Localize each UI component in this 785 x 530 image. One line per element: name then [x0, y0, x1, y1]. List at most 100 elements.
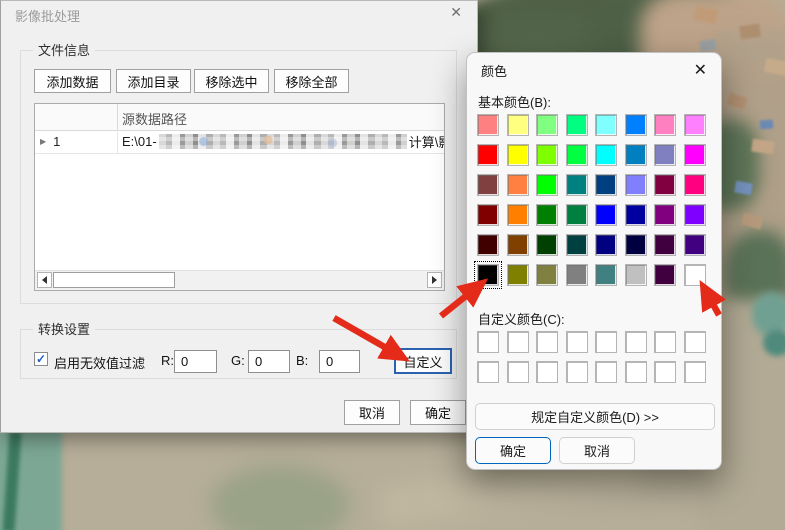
add-directory-button[interactable]: 添加目录 [116, 69, 191, 93]
custom-color-swatch[interactable] [477, 361, 499, 383]
scroll-right-icon [432, 276, 437, 284]
basic-color-swatch[interactable] [507, 234, 529, 256]
custom-color-button[interactable]: 自定义 [394, 348, 452, 374]
custom-color-swatch[interactable] [477, 331, 499, 353]
basic-color-swatch[interactable] [507, 264, 529, 286]
remove-all-button[interactable]: 移除全部 [274, 69, 349, 93]
scroll-right-button[interactable] [427, 272, 442, 288]
custom-color-swatch[interactable] [684, 331, 706, 353]
table-row[interactable]: ▶ 1 E:\01- 计算\影像数 [35, 130, 444, 154]
basic-color-swatch[interactable] [595, 234, 617, 256]
g-input[interactable]: 0 [248, 350, 290, 373]
basic-color-swatch[interactable] [477, 204, 499, 226]
convert-settings-group-label: 转换设置 [33, 322, 95, 337]
basic-color-swatch[interactable] [477, 234, 499, 256]
image-batch-dialog: 影像批处理 ✕ 文件信息 添加数据 添加目录 移除选中 移除全部 源数据路径 ▶… [0, 0, 478, 433]
custom-color-swatch[interactable] [595, 331, 617, 353]
basic-color-swatch[interactable] [684, 144, 706, 166]
basic-color-swatch[interactable] [536, 234, 558, 256]
source-data-table[interactable]: 源数据路径 ▶ 1 E:\01- 计算\影像数 [34, 103, 445, 291]
custom-color-swatch[interactable] [536, 361, 558, 383]
basic-color-swatch[interactable] [684, 264, 706, 286]
basic-color-swatch[interactable] [595, 114, 617, 136]
scroll-left-button[interactable] [37, 272, 52, 288]
add-data-button[interactable]: 添加数据 [34, 69, 111, 93]
custom-color-swatch[interactable] [625, 331, 647, 353]
basic-color-swatch[interactable] [507, 174, 529, 196]
color-cancel-button[interactable]: 取消 [559, 437, 635, 464]
custom-color-swatch[interactable] [654, 361, 676, 383]
custom-color-swatch[interactable] [507, 361, 529, 383]
horizontal-scrollbar[interactable] [35, 270, 444, 290]
scrollbar-thumb[interactable] [53, 272, 175, 288]
basic-color-swatch[interactable] [566, 204, 588, 226]
custom-color-swatch[interactable] [566, 331, 588, 353]
basic-color-swatch[interactable] [507, 204, 529, 226]
custom-color-swatch[interactable] [566, 361, 588, 383]
basic-color-swatch[interactable] [625, 114, 647, 136]
custom-color-swatch[interactable] [654, 331, 676, 353]
basic-color-swatch[interactable] [625, 174, 647, 196]
basic-color-swatch[interactable] [536, 174, 558, 196]
custom-color-swatch[interactable] [684, 361, 706, 383]
basic-color-swatch[interactable] [566, 234, 588, 256]
custom-color-swatch[interactable] [507, 331, 529, 353]
blue-roof-shape [760, 119, 774, 129]
ok-button[interactable]: 确定 [410, 400, 466, 425]
basic-color-swatch[interactable] [625, 144, 647, 166]
basic-colors-label: 基本颜色(B): [478, 92, 551, 111]
row-index: 1 [53, 134, 60, 149]
basic-color-swatch[interactable] [536, 114, 558, 136]
color-ok-button[interactable]: 确定 [475, 437, 551, 464]
basic-color-swatch[interactable] [536, 204, 558, 226]
basic-color-swatch[interactable] [536, 144, 558, 166]
basic-color-swatch[interactable] [566, 114, 588, 136]
basic-color-swatch[interactable] [654, 204, 676, 226]
basic-color-swatch[interactable] [654, 264, 676, 286]
basic-color-swatch[interactable] [625, 264, 647, 286]
basic-color-swatch[interactable] [654, 144, 676, 166]
basic-color-swatch[interactable] [477, 144, 499, 166]
close-icon[interactable]: ✕ [450, 4, 462, 21]
basic-color-swatch[interactable] [654, 174, 676, 196]
blue-roof-shape [734, 181, 753, 196]
r-input[interactable]: 0 [174, 350, 217, 373]
basic-color-swatch[interactable] [684, 114, 706, 136]
path-suffix: 计算\影像数 [409, 132, 444, 151]
basic-color-swatch[interactable] [654, 234, 676, 256]
basic-color-swatch[interactable] [477, 114, 499, 136]
basic-color-swatch[interactable] [595, 264, 617, 286]
invalid-value-filter-checkbox[interactable]: ✓ [34, 352, 48, 366]
roof-shape [699, 39, 717, 53]
basic-color-swatch[interactable] [625, 234, 647, 256]
basic-color-swatch[interactable] [595, 144, 617, 166]
cancel-button[interactable]: 取消 [344, 400, 400, 425]
basic-color-swatch[interactable] [566, 264, 588, 286]
redacted-path-mosaic [159, 134, 407, 149]
basic-color-swatch[interactable] [684, 174, 706, 196]
custom-color-swatch[interactable] [536, 331, 558, 353]
b-input[interactable]: 0 [319, 350, 360, 373]
basic-color-swatch[interactable] [507, 114, 529, 136]
b-label: B: [296, 353, 308, 368]
basic-color-swatch[interactable] [566, 144, 588, 166]
basic-color-swatch[interactable] [595, 174, 617, 196]
basic-color-swatch[interactable] [536, 264, 558, 286]
r-label: R: [161, 353, 174, 368]
custom-color-swatch[interactable] [625, 361, 647, 383]
basic-color-swatch[interactable] [625, 204, 647, 226]
basic-color-swatch[interactable] [654, 114, 676, 136]
basic-color-swatch-selected[interactable] [477, 264, 499, 286]
basic-color-swatch[interactable] [684, 234, 706, 256]
remove-selected-button[interactable]: 移除选中 [194, 69, 269, 93]
file-info-group-label: 文件信息 [33, 43, 95, 58]
basic-color-swatch[interactable] [507, 144, 529, 166]
basic-color-swatch[interactable] [566, 174, 588, 196]
basic-color-swatch[interactable] [595, 204, 617, 226]
custom-color-swatch[interactable] [595, 361, 617, 383]
basic-color-swatch[interactable] [684, 204, 706, 226]
row-marker-icon: ▶ [40, 137, 46, 146]
close-icon[interactable]: ✕ [694, 60, 707, 80]
basic-color-swatch[interactable] [477, 174, 499, 196]
define-custom-colors-button[interactable]: 规定自定义颜色(D) >> [475, 403, 715, 430]
